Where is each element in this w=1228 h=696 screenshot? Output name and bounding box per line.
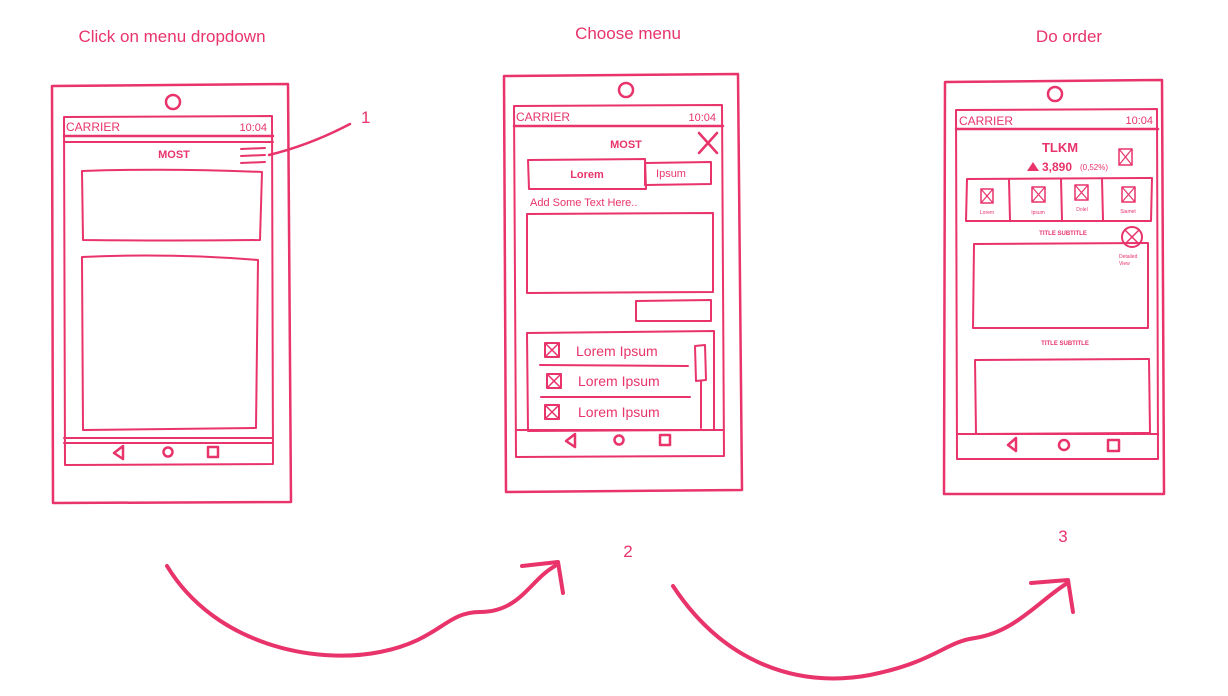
tab-ipsum-label: Ipsum [656, 168, 686, 180]
placeholder-image-icon [1118, 148, 1133, 166]
list-item[interactable]: Lorem Ipsum [544, 342, 658, 359]
home-icon[interactable] [613, 434, 625, 446]
hamburger-icon[interactable] [240, 147, 266, 164]
tab-lorem-label: Lorem [570, 169, 604, 181]
step-3-number: 3 [1058, 527, 1067, 546]
home-icon[interactable] [1057, 438, 1071, 452]
section-title: TITLE SUBTITLE [1041, 341, 1089, 347]
phone-2-text-area[interactable] [526, 212, 714, 294]
back-icon[interactable] [1006, 436, 1018, 453]
recent-icon[interactable] [206, 445, 220, 459]
close-icon[interactable] [697, 131, 719, 155]
phone-1-screen [63, 115, 274, 466]
phone-3-carrier: CARRIER [959, 114, 1013, 128]
recent-icon[interactable] [658, 433, 672, 447]
section-title: TITLE SUBTITLE [1039, 231, 1087, 237]
phone-1-camera [164, 93, 182, 111]
list-scrollbar-thumb[interactable] [694, 344, 707, 382]
step-1-title: Click on menu dropdown [78, 27, 265, 46]
phone-3-card-2 [974, 358, 1151, 435]
phone-1-time: 10:04 [239, 122, 267, 134]
phone-1-header-title: MOST [158, 149, 190, 161]
phone-1: CARRIER 10:04 MOST 1 [50, 82, 370, 505]
phone-2-header-title: MOST [610, 139, 642, 151]
phone-2-camera [617, 81, 635, 99]
phone-3: CARRIER 10:04 TLKM 3,890 (0,52%) Lorem I… [942, 78, 1166, 496]
tile-ipsum[interactable]: Ipsum [1031, 186, 1046, 216]
stock-price: 3,890 [1042, 160, 1072, 174]
phone-3-camera [1046, 85, 1064, 103]
tile-label: Ipsum [1031, 210, 1045, 216]
step-3-title: Do order [1036, 27, 1102, 46]
step-2-number: 2 [623, 542, 632, 561]
detailed-view-label-1: Detailed [1119, 254, 1138, 260]
step-1-number: 1 [361, 108, 370, 127]
back-icon[interactable] [112, 444, 125, 461]
home-icon[interactable] [162, 446, 174, 458]
list-item-label: Lorem Ipsum [578, 404, 660, 420]
phone-1-body [50, 82, 293, 505]
stock-change: (0,52%) [1080, 163, 1108, 172]
phone-1-card-bottom [81, 254, 259, 431]
tile-label: Lorem [980, 210, 994, 216]
phone-3-time: 10:04 [1125, 115, 1153, 127]
tile-siamet[interactable]: Siamet [1120, 186, 1136, 215]
flow-arrow-2 [671, 578, 1075, 681]
recent-icon[interactable] [1106, 438, 1121, 453]
ticker-symbol: TLKM [1042, 140, 1078, 155]
annotation-line-1 [267, 122, 352, 157]
phone-2-input-hint: Add Some Text Here.. [530, 197, 637, 209]
list-item[interactable]: Lorem Ipsum [544, 404, 660, 420]
storyboard-canvas: Click on menu dropdown Choose menu Do or… [50, 24, 1166, 681]
phone-1-carrier: CARRIER [66, 120, 120, 134]
tile-label: Siamet [1120, 209, 1136, 215]
list-item-label: Lorem Ipsum [576, 343, 658, 359]
phone-2-time: 10:04 [688, 112, 716, 124]
detailed-view-label-2: View [1119, 261, 1130, 267]
list-item[interactable]: Lorem Ipsum [546, 373, 660, 389]
tile-label: Dolel [1076, 207, 1087, 213]
list-item-label: Lorem Ipsum [578, 373, 660, 389]
phone-1-card-top [81, 168, 263, 242]
phone-2-carrier: CARRIER [516, 110, 570, 124]
back-icon[interactable] [564, 432, 577, 449]
tile-lorem[interactable]: Lorem [980, 188, 994, 216]
detailed-view-button[interactable]: Detailed View [1119, 226, 1143, 267]
step-2-title: Choose menu [575, 24, 681, 43]
phone-2: CARRIER 10:04 MOST Lorem Ipsum Add Some … [502, 72, 744, 494]
phone-2-submit-button[interactable] [635, 299, 712, 322]
triangle-up-icon [1027, 162, 1039, 171]
flow-arrow-1 [165, 560, 565, 658]
tile-dolel[interactable]: Dolel [1074, 184, 1089, 213]
